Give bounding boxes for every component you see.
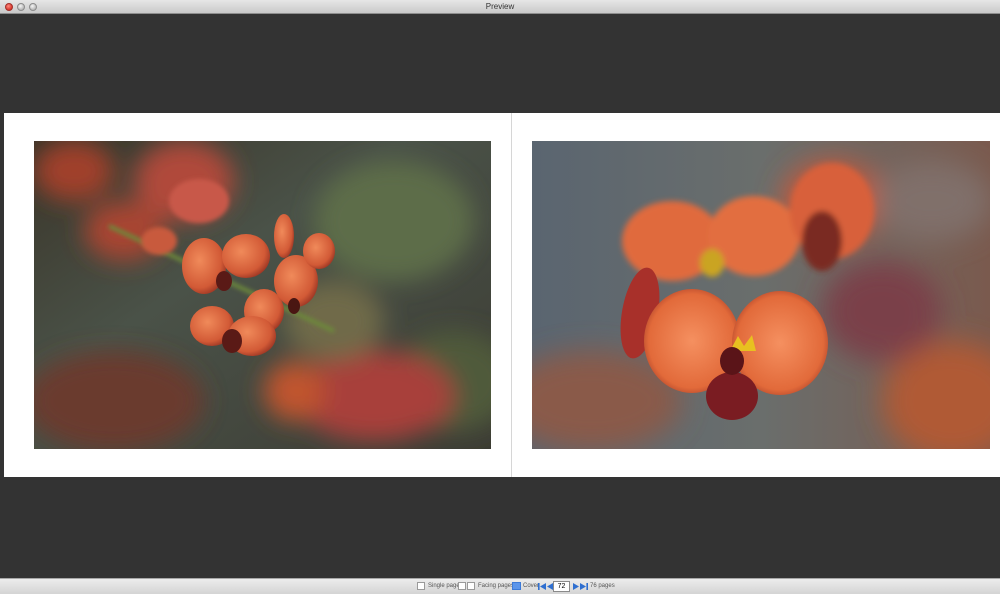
flower-closeup-image bbox=[532, 141, 990, 449]
cover-option[interactable]: Cover bbox=[512, 582, 539, 591]
bottom-toolbar: Single page Facing pages Cover 76 pages bbox=[0, 578, 1000, 594]
left-page-photo[interactable] bbox=[34, 141, 491, 449]
single-page-checkbox-icon[interactable] bbox=[417, 582, 425, 590]
right-page-photo[interactable] bbox=[532, 141, 990, 449]
facing-pages-label: Facing pages bbox=[478, 583, 515, 589]
facing-pages-checkbox-icon-2 bbox=[467, 582, 475, 590]
total-pages-label: 76 pages bbox=[590, 583, 615, 589]
page-gutter bbox=[511, 113, 512, 477]
preview-canvas[interactable] bbox=[0, 14, 1000, 578]
title-bar: Preview bbox=[0, 0, 1000, 14]
book-spread bbox=[4, 113, 1000, 477]
next-page-icon[interactable] bbox=[572, 582, 580, 591]
window-title: Preview bbox=[485, 2, 515, 11]
facing-pages-option[interactable]: Facing pages bbox=[458, 582, 514, 591]
flowers-cluster-image bbox=[34, 141, 491, 449]
cover-label: Cover bbox=[523, 583, 540, 589]
last-page-icon[interactable] bbox=[580, 582, 588, 591]
facing-pages-checkbox-icon[interactable] bbox=[458, 582, 466, 590]
single-page-label: Single page bbox=[428, 583, 460, 589]
page-number-input[interactable] bbox=[553, 581, 570, 592]
single-page-option[interactable]: Single page bbox=[417, 582, 460, 591]
cover-icon bbox=[512, 582, 521, 590]
first-page-icon[interactable] bbox=[538, 582, 546, 591]
